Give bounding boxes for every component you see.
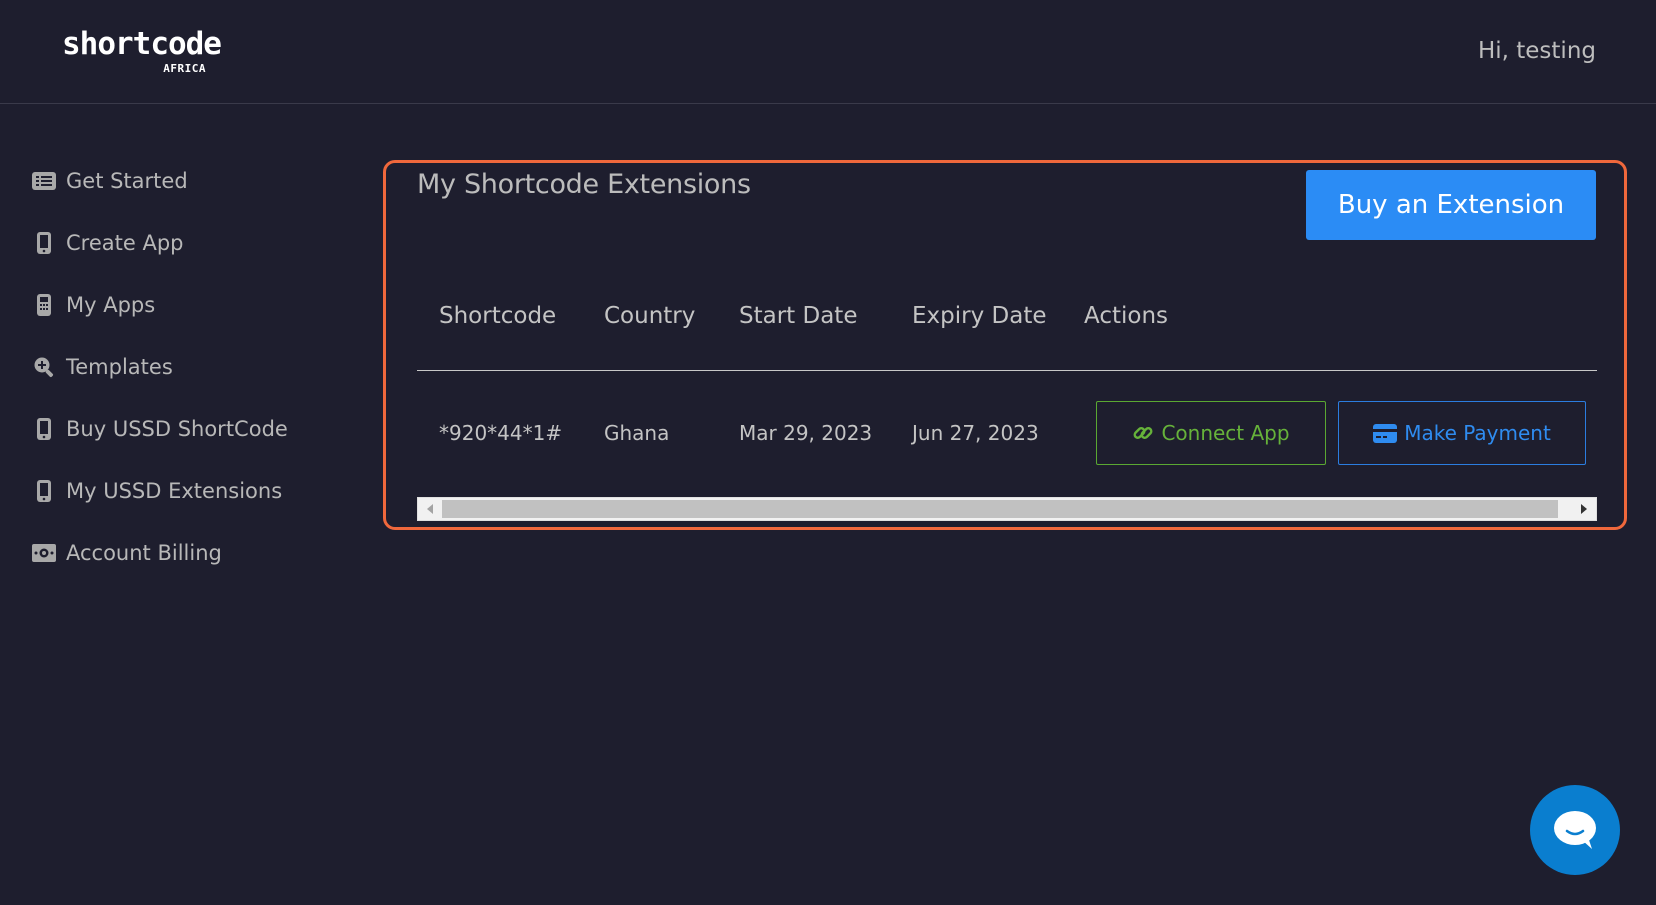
calculator-icon	[32, 293, 56, 317]
shortcode-africa-logo[interactable]: shortcode AFRICA	[62, 26, 222, 78]
column-header-shortcode[interactable]: Shortcode	[439, 303, 556, 329]
sidebar-item-account-billing[interactable]: Account Billing	[32, 522, 362, 584]
sidebar-item-label: Buy USSD ShortCode	[66, 417, 288, 441]
scrollbar-thumb[interactable]	[442, 500, 1558, 518]
cell-country: Ghana	[604, 421, 670, 445]
cell-expiry-date: Jun 27, 2023	[912, 421, 1039, 445]
logo-subtext: AFRICA	[163, 62, 206, 75]
cell-start-date: Mar 29, 2023	[739, 421, 873, 445]
sidebar-item-label: My Apps	[66, 293, 156, 317]
sidebar-nav: Get Started Create App My Apps Templates…	[32, 150, 362, 584]
column-header-actions: Actions	[1084, 303, 1169, 329]
table-row: *920*44*1# Ghana Mar 29, 2023 Jun 27, 20…	[417, 371, 1597, 491]
connect-app-label: Connect App	[1161, 421, 1290, 445]
scroll-left-arrow-icon[interactable]	[418, 498, 442, 520]
sidebar-item-templates[interactable]: Templates	[32, 336, 362, 398]
sidebar-item-label: Templates	[66, 355, 173, 379]
user-greeting[interactable]: Hi, testing	[1478, 38, 1596, 64]
sidebar-item-create-app[interactable]: Create App	[32, 212, 362, 274]
logo-text: shortcode	[62, 26, 222, 62]
sidebar-item-label: Get Started	[66, 169, 188, 193]
shortcode-extensions-panel: My Shortcode Extensions Buy an Extension…	[383, 160, 1627, 530]
page-title: My Shortcode Extensions	[417, 169, 751, 200]
money-bill-icon	[32, 541, 56, 565]
mobile-icon	[32, 479, 56, 503]
mobile-icon	[32, 231, 56, 255]
make-payment-button[interactable]: Make Payment	[1338, 401, 1586, 465]
chat-widget-button[interactable]	[1530, 785, 1620, 875]
sidebar-item-my-ussd-extensions[interactable]: My USSD Extensions	[32, 460, 362, 522]
chat-bubble-icon	[1554, 811, 1596, 849]
make-payment-label: Make Payment	[1404, 421, 1551, 445]
column-header-start-date[interactable]: Start Date	[739, 303, 857, 329]
list-icon	[32, 169, 56, 193]
horizontal-scrollbar[interactable]	[417, 497, 1597, 521]
buy-extension-button[interactable]: Buy an Extension	[1306, 170, 1596, 240]
column-header-expiry-date[interactable]: Expiry Date	[912, 303, 1047, 329]
scroll-right-arrow-icon[interactable]	[1572, 498, 1596, 520]
column-header-country[interactable]: Country	[604, 303, 695, 329]
connect-app-button[interactable]: Connect App	[1096, 401, 1326, 465]
extensions-table: Shortcode Country Start Date Expiry Date…	[417, 293, 1597, 491]
cell-shortcode: *920*44*1#	[439, 421, 563, 445]
sidebar-item-label: Account Billing	[66, 541, 222, 565]
sidebar-item-label: My USSD Extensions	[66, 479, 283, 503]
sidebar-item-get-started[interactable]: Get Started	[32, 150, 362, 212]
top-header: shortcode AFRICA Hi, testing	[0, 0, 1656, 104]
link-icon	[1133, 427, 1153, 439]
credit-card-icon	[1373, 423, 1398, 443]
sidebar-item-label: Create App	[66, 231, 184, 255]
sidebar-item-buy-ussd-shortcode[interactable]: Buy USSD ShortCode	[32, 398, 362, 460]
table-header: Shortcode Country Start Date Expiry Date…	[417, 293, 1597, 371]
search-plus-icon	[32, 355, 56, 379]
mobile-icon	[32, 417, 56, 441]
sidebar-item-my-apps[interactable]: My Apps	[32, 274, 362, 336]
